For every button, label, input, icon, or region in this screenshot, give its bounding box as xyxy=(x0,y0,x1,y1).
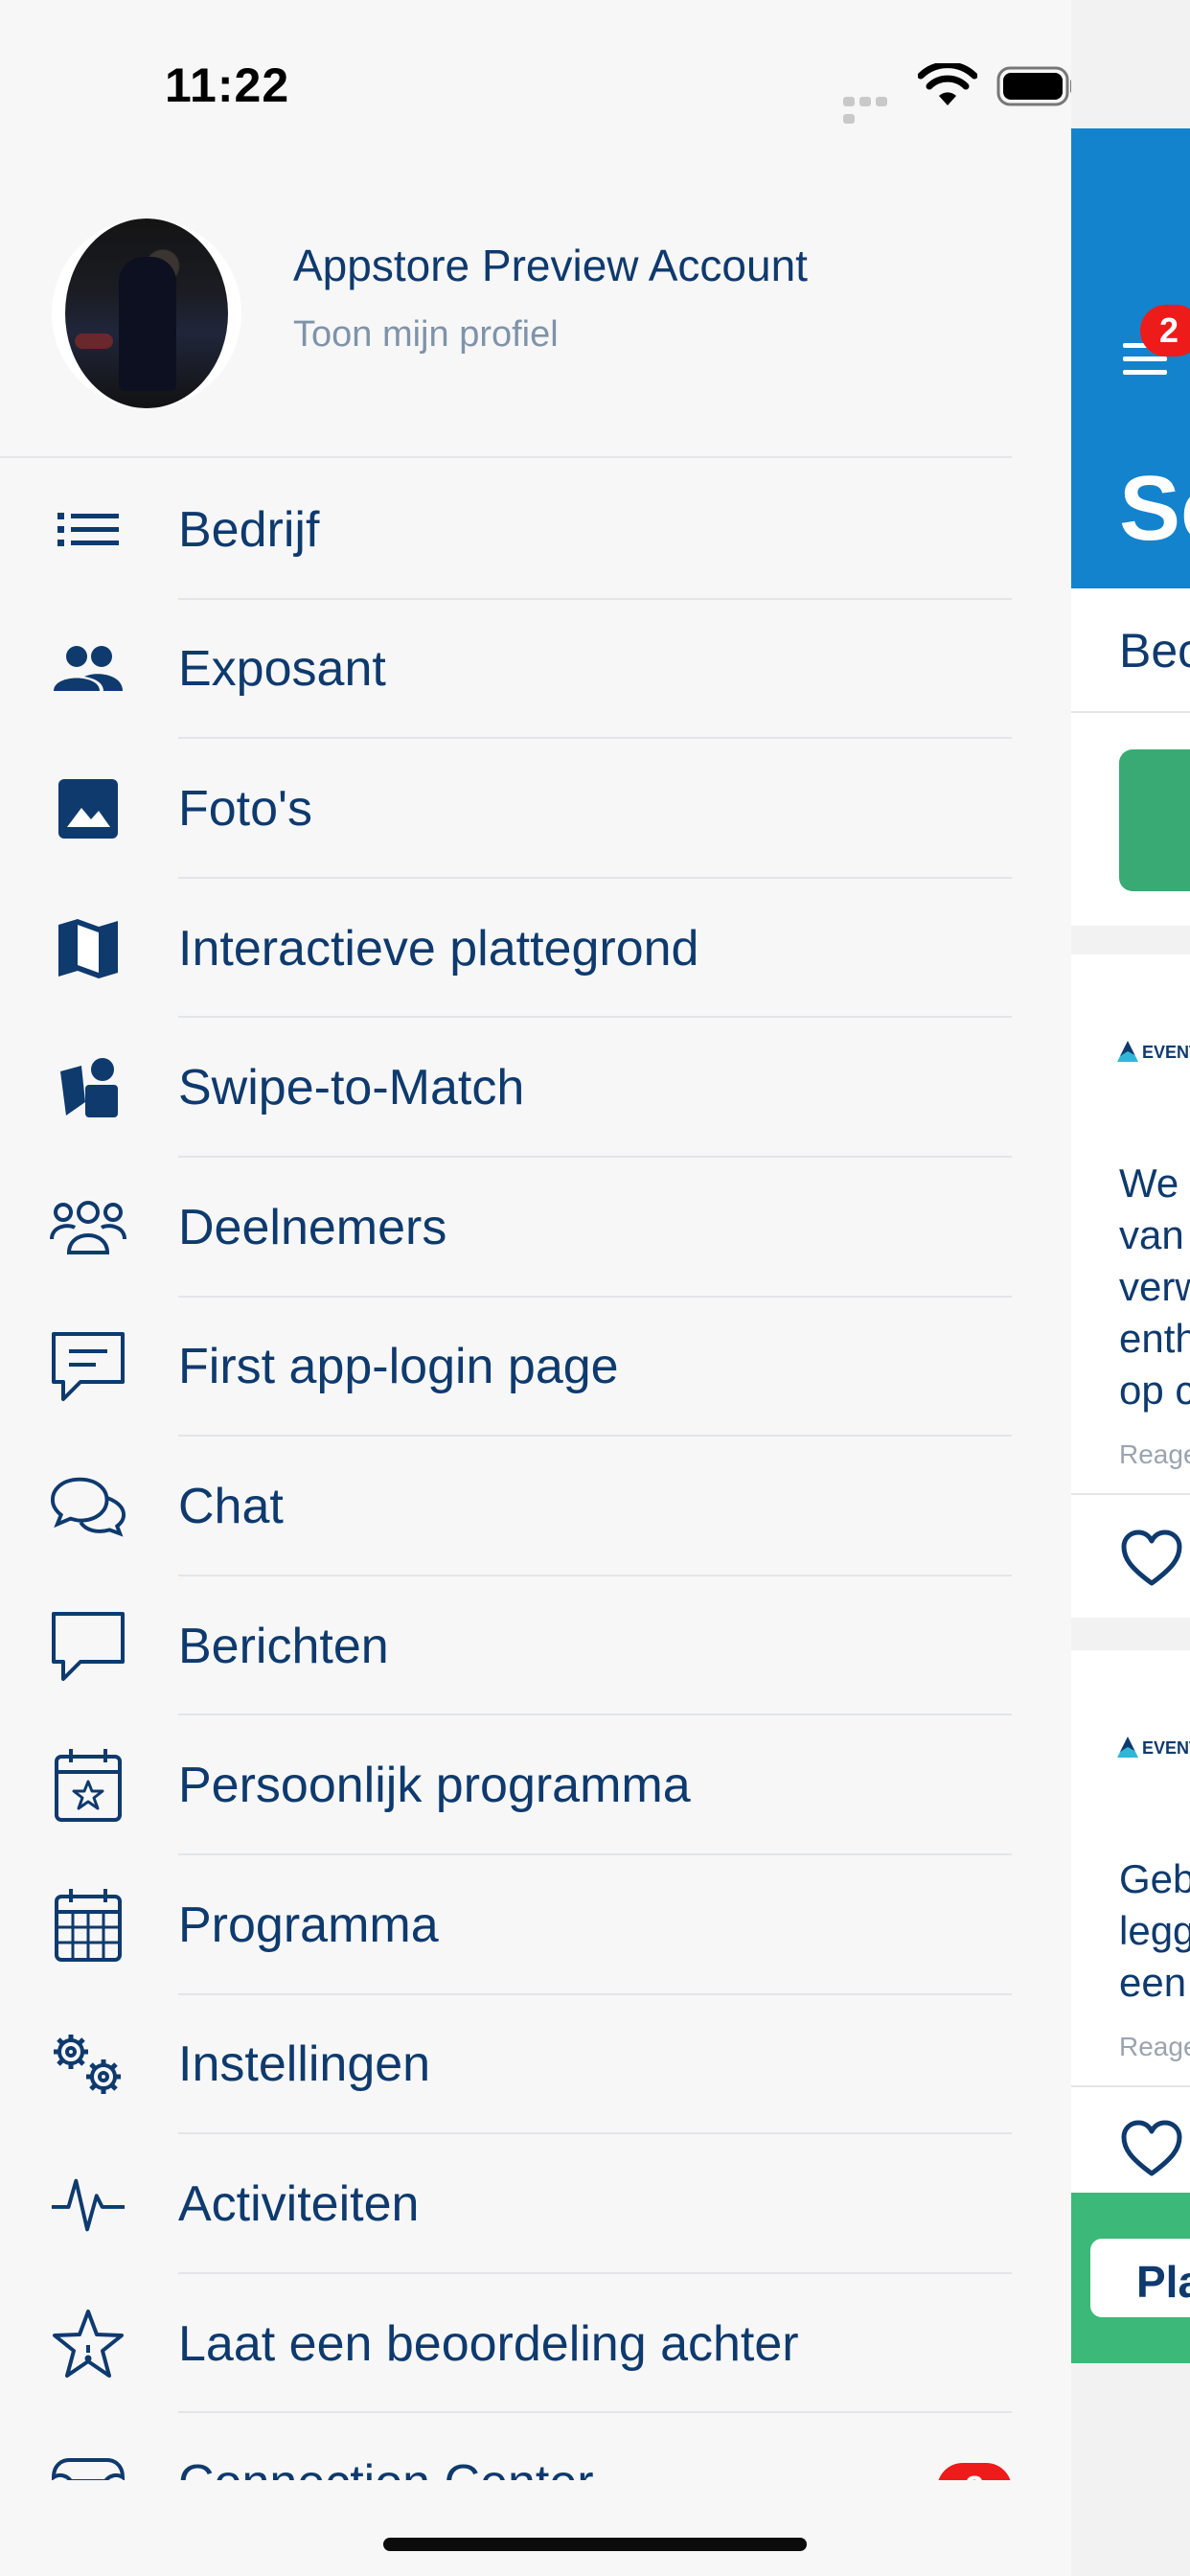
main-content-peek[interactable]: 2 Sc Bec EVENTS We van verw enth op c Re… xyxy=(1071,0,1190,2576)
primary-action-button[interactable] xyxy=(1119,749,1190,891)
menu-item-label: Activiteiten xyxy=(178,2175,420,2232)
menu-item-activiteiten[interactable]: Activiteiten xyxy=(0,2134,1012,2274)
menu-item-fotos[interactable]: Foto's xyxy=(0,739,1012,879)
gears-icon xyxy=(50,2026,126,2103)
people-icon xyxy=(50,631,126,707)
menu-item-swipe-to-match[interactable]: Swipe-to-Match xyxy=(0,1018,1012,1158)
battery-icon xyxy=(996,66,1075,106)
menu-item-label: Connection Center xyxy=(178,2454,594,2480)
calendar-grid-icon xyxy=(50,1887,126,1964)
notification-badge: 2 xyxy=(937,2463,1012,2480)
post-text: We van verw enth op c xyxy=(1119,1161,1190,1413)
message-bubble-icon xyxy=(50,1608,126,1685)
star-icon xyxy=(50,2306,126,2382)
menu-item-label: Programma xyxy=(178,1897,439,1953)
view-profile-link[interactable]: Toon mijn profiel xyxy=(293,314,559,356)
menu-item-chat[interactable]: Chat xyxy=(0,1437,1012,1576)
menu-item-bedrijf[interactable]: Bedrijf xyxy=(0,460,1012,600)
participants-icon xyxy=(50,1189,126,1266)
wifi-icon xyxy=(918,63,977,105)
menu-item-instellingen[interactable]: Instellingen xyxy=(0,1995,1012,2135)
eventsapp-logo: EVENTS xyxy=(1117,1041,1190,1070)
like-heart-icon[interactable] xyxy=(1121,1530,1182,1587)
menu-item-persoonlijk-programma[interactable]: Persoonlijk programma xyxy=(0,1715,1012,1855)
post-text: Geb legg een xyxy=(1119,1856,1190,2005)
post-card: EVENTS Geb legg een Reage xyxy=(1071,1650,1190,2193)
menu-item-programma[interactable]: Programma xyxy=(0,1855,1012,1995)
menu-item-label: Exposant xyxy=(178,641,386,698)
menu-item-label: Persoonlijk programma xyxy=(178,1758,691,1814)
message-square-icon xyxy=(50,1328,126,1405)
menu-item-label: Chat xyxy=(178,1478,284,1534)
menu-item-label: Bedrijf xyxy=(178,501,320,558)
post-meta: Reage xyxy=(1119,2032,1190,2061)
menu-badge: 2 xyxy=(1140,305,1190,356)
menu-item-label: Interactieve plattegrond xyxy=(178,920,699,977)
composer-input[interactable]: Plaa xyxy=(1090,2239,1190,2317)
activity-pulse-icon xyxy=(50,2166,126,2242)
avatar[interactable] xyxy=(52,218,241,408)
like-heart-icon[interactable] xyxy=(1121,2120,1182,2177)
post-card: EVENTS We van verw enth op c Reage xyxy=(1071,954,1190,1618)
post-meta: Reage xyxy=(1119,1439,1190,1469)
page-title: Sc xyxy=(1119,457,1190,560)
menu-item-deelnemers[interactable]: Deelnemers xyxy=(0,1158,1012,1298)
tab-bar: Bec xyxy=(1071,588,1190,713)
menu-item-label: Laat een beoordeling achter xyxy=(178,2315,799,2372)
navigation-drawer: Appstore Preview Account Toon mijn profi… xyxy=(0,134,1071,2480)
chat-bubbles-icon xyxy=(50,1468,126,1545)
menu-item-label: Deelnemers xyxy=(178,1199,447,1255)
drawer-menu: Bedrijf Exposant Foto's Interactieve pla… xyxy=(0,460,1012,2480)
menu-item-label: Foto's xyxy=(178,780,312,837)
menu-item-exposant[interactable]: Exposant xyxy=(0,600,1012,740)
menu-item-label: First app-login page xyxy=(178,1339,619,1395)
map-icon xyxy=(50,910,126,987)
menu-item-berichten[interactable]: Berichten xyxy=(0,1576,1012,1716)
list-icon xyxy=(50,492,126,568)
menu-item-first-app-login-page[interactable]: First app-login page xyxy=(0,1298,1012,1438)
status-bar: 11:22 xyxy=(0,0,1190,134)
menu-item-label: Swipe-to-Match xyxy=(178,1060,525,1116)
image-icon xyxy=(50,770,126,847)
profile-name: Appstore Preview Account xyxy=(293,241,808,290)
cellular-signal-icon xyxy=(843,94,904,124)
composer-placeholder: Plaa xyxy=(1136,2257,1190,2307)
menu-item-connection-center[interactable]: Connection Center 2 xyxy=(0,2413,1012,2480)
menu-item-label: Berichten xyxy=(178,1618,389,1674)
calendar-star-icon xyxy=(50,1747,126,1824)
connection-icon xyxy=(50,2445,126,2480)
home-indicator[interactable] xyxy=(383,2538,807,2551)
eventsapp-logo: EVENTS xyxy=(1117,1736,1190,1765)
status-time: 11:22 xyxy=(165,58,290,112)
menu-item-label: Instellingen xyxy=(178,2036,431,2093)
menu-item-interactieve-plattegrond[interactable]: Interactieve plattegrond xyxy=(0,879,1012,1019)
action-panel xyxy=(1071,713,1190,926)
swipe-match-icon xyxy=(50,1049,126,1126)
profile-header[interactable]: Appstore Preview Account Toon mijn profi… xyxy=(0,134,1012,458)
menu-item-laat-een-beoordeling-achter[interactable]: Laat een beoordeling achter xyxy=(0,2274,1012,2414)
tab-first[interactable]: Bec xyxy=(1119,623,1190,678)
